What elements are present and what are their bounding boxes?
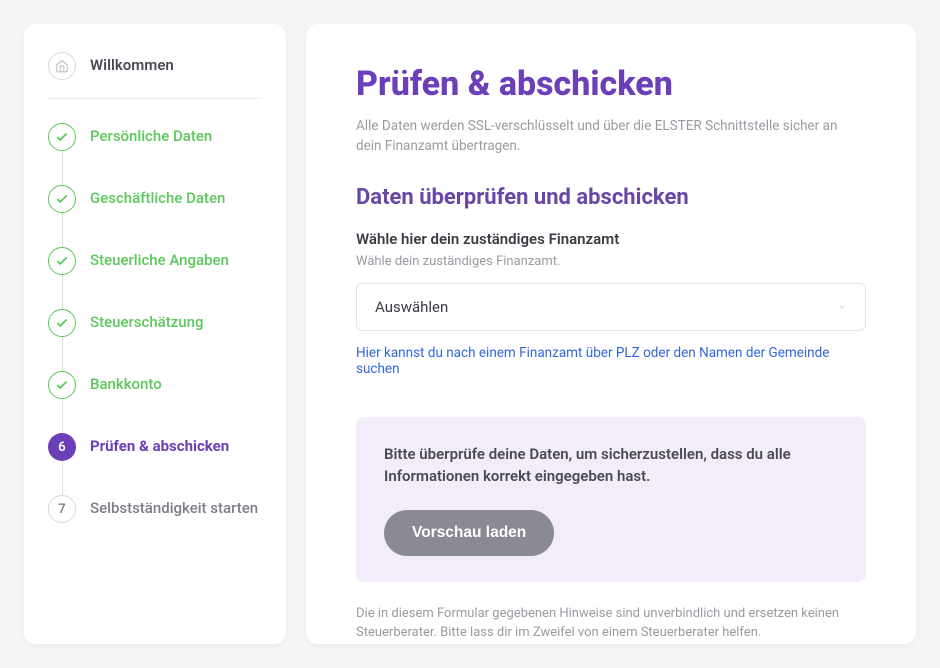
step-connector bbox=[62, 461, 63, 495]
check-icon bbox=[48, 123, 76, 151]
sidebar-item-bank[interactable]: Bankkonto bbox=[48, 371, 262, 399]
sidebar-item-welcome[interactable]: Willkommen bbox=[48, 52, 262, 80]
disclaimer: Die in diesem Formular gegebenen Hinweis… bbox=[356, 604, 866, 643]
step-connector bbox=[62, 337, 63, 371]
step-number-icon: 7 bbox=[48, 495, 76, 523]
sidebar-item-label: Steuerliche Angaben bbox=[90, 247, 229, 271]
check-icon bbox=[48, 371, 76, 399]
home-icon bbox=[48, 52, 76, 80]
preview-button[interactable]: Vorschau laden bbox=[384, 510, 554, 556]
sidebar-item-tax-info[interactable]: Steuerliche Angaben bbox=[48, 247, 262, 275]
field-label: Wähle hier dein zuständiges Finanzamt bbox=[356, 230, 866, 248]
sidebar-item-start[interactable]: 7 Selbstständigkeit starten bbox=[48, 495, 262, 523]
sidebar-item-label: Bankkonto bbox=[90, 371, 162, 395]
sidebar-item-review[interactable]: 6 Prüfen & abschicken bbox=[48, 433, 262, 461]
finanzamt-search-link[interactable]: Hier kannst du nach einem Finanzamt über… bbox=[356, 345, 866, 377]
select-placeholder: Auswählen bbox=[375, 298, 448, 316]
sidebar: Willkommen Persönliche Daten Geschäftlic… bbox=[24, 24, 286, 644]
divider bbox=[48, 98, 262, 99]
page-subtitle: Alle Daten werden SSL-verschlüsselt und … bbox=[356, 116, 866, 157]
page-title: Prüfen & abschicken bbox=[356, 64, 866, 104]
finanzamt-select[interactable]: Auswählen bbox=[356, 283, 866, 331]
step-connector bbox=[62, 399, 63, 433]
step-number-icon: 6 bbox=[48, 433, 76, 461]
info-box: Bitte überprüfe deine Daten, um sicherzu… bbox=[356, 417, 866, 582]
sidebar-item-label: Geschäftliche Daten bbox=[90, 185, 225, 209]
main-content: Prüfen & abschicken Alle Daten werden SS… bbox=[306, 24, 916, 644]
sidebar-item-label: Prüfen & abschicken bbox=[90, 433, 229, 457]
check-icon bbox=[48, 309, 76, 337]
sidebar-item-label: Willkommen bbox=[90, 52, 174, 76]
section-title: Daten überprüfen und abschicken bbox=[356, 185, 866, 210]
sidebar-item-personal[interactable]: Persönliche Daten bbox=[48, 123, 262, 151]
sidebar-item-label: Selbstständigkeit starten bbox=[90, 495, 258, 519]
check-icon bbox=[48, 247, 76, 275]
sidebar-item-label: Steuerschätzung bbox=[90, 309, 204, 333]
chevron-down-icon bbox=[837, 302, 847, 312]
check-icon bbox=[48, 185, 76, 213]
sidebar-item-business[interactable]: Geschäftliche Daten bbox=[48, 185, 262, 213]
step-connector bbox=[62, 151, 63, 185]
sidebar-item-label: Persönliche Daten bbox=[90, 123, 212, 147]
sidebar-item-tax-estimate[interactable]: Steuerschätzung bbox=[48, 309, 262, 337]
field-help: Wähle dein zuständiges Finanzamt. bbox=[356, 254, 866, 269]
step-connector bbox=[62, 275, 63, 309]
info-text: Bitte überprüfe deine Daten, um sicherzu… bbox=[384, 443, 838, 488]
step-connector bbox=[62, 213, 63, 247]
